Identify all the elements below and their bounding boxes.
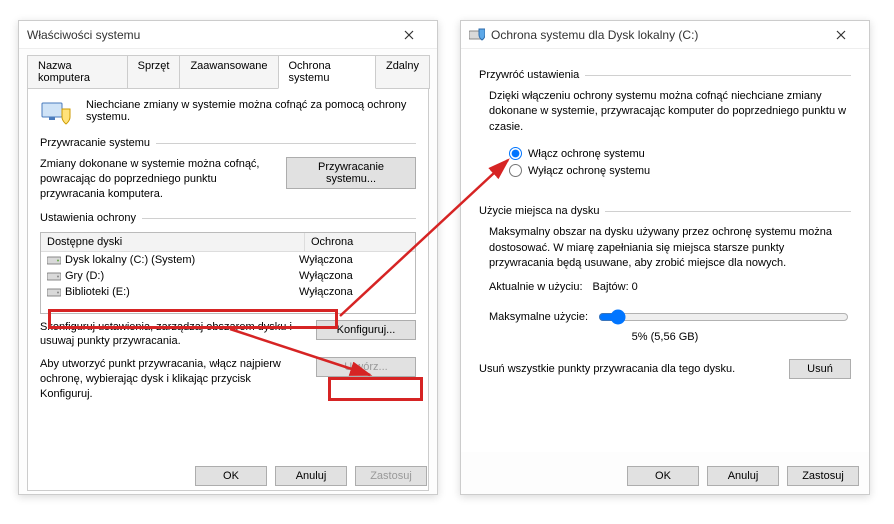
system-restore-button[interactable]: Przywracanie systemu... — [286, 157, 416, 189]
group-settings-label: Ustawienia ochrony — [40, 212, 416, 224]
drives-list[interactable]: Dostępne dyski Ochrona Dysk lokalny (C:)… — [40, 232, 416, 314]
configure-button[interactable]: Konfiguruj... — [316, 320, 416, 340]
restore-text: Zmiany dokonane w systemie można cofnąć,… — [40, 157, 276, 202]
drive-icon — [47, 286, 61, 298]
table-row[interactable]: Biblioteki (E:) Wyłączona — [41, 284, 415, 300]
create-text: Aby utworzyć punkt przywracania, włącz n… — [40, 357, 306, 402]
window-title: Właściwości systemu — [27, 28, 389, 42]
group-restore-settings: Przywróć ustawienia — [479, 69, 851, 81]
delete-description: Usuń wszystkie punkty przywracania dla t… — [479, 363, 777, 375]
max-usage-label: Maksymalne użycie: — [489, 311, 588, 323]
protection-radio-group: Włącz ochronę systemu Wyłącz ochronę sys… — [479, 143, 851, 181]
apply-button[interactable]: Zastosuj — [787, 466, 859, 486]
window-title: Ochrona systemu dla Dysk lokalny (C:) — [491, 28, 821, 42]
tab-bar: Nazwa komputera Sprzęt Zaawansowane Ochr… — [19, 49, 437, 89]
apply-button: Zastosuj — [355, 466, 427, 486]
tab-hardware[interactable]: Sprzęt — [127, 55, 181, 89]
drive-icon — [47, 270, 61, 282]
ok-button[interactable]: OK — [627, 466, 699, 486]
cancel-button[interactable]: Anuluj — [707, 466, 779, 486]
table-row[interactable]: Dysk lokalny (C:) (System) Wyłączona — [41, 252, 415, 268]
content-panel: Przywróć ustawienia Dzięki włączeniu och… — [461, 49, 869, 452]
tab-computer-name[interactable]: Nazwa komputera — [27, 55, 128, 89]
tab-advanced[interactable]: Zaawansowane — [179, 55, 278, 89]
usage-description: Maksymalny obszar na dysku używany przez… — [489, 225, 851, 271]
slider-value: 5% (5,56 GB) — [479, 331, 851, 343]
titlebar[interactable]: Ochrona systemu dla Dysk lokalny (C:) — [461, 21, 869, 49]
restore-description: Dzięki włączeniu ochrony systemu można c… — [489, 89, 851, 135]
info-text: Niechciane zmiany w systemie można cofną… — [86, 99, 416, 127]
col-drives: Dostępne dyski — [41, 233, 305, 251]
create-button: Utwórz... — [316, 357, 416, 377]
system-protection-drive-window: Ochrona systemu dla Dysk lokalny (C:) Pr… — [460, 20, 870, 495]
radio-disable-protection[interactable]: Wyłącz ochronę systemu — [509, 164, 851, 177]
dialog-footer: OK Anuluj Zastosuj — [627, 466, 859, 486]
group-restore-label: Przywracanie systemu — [40, 137, 416, 149]
current-usage-value: Bajtów: 0 — [593, 281, 638, 293]
max-usage-slider[interactable] — [598, 309, 849, 325]
system-properties-window: Właściwości systemu Nazwa komputera Sprz… — [18, 20, 438, 495]
close-button[interactable] — [821, 21, 861, 49]
close-button[interactable] — [389, 21, 429, 49]
table-row[interactable]: Gry (D:) Wyłączona — [41, 268, 415, 284]
group-disk-usage: Użycie miejsca na dysku — [479, 205, 851, 217]
current-usage-row: Aktualnie w użyciu: Bajtów: 0 — [489, 281, 851, 293]
current-usage-label: Aktualnie w użyciu: — [489, 281, 583, 293]
radio-enable-protection[interactable]: Włącz ochronę systemu — [509, 147, 851, 160]
tab-panel: Niechciane zmiany w systemie można cofną… — [27, 88, 429, 491]
shield-monitor-icon — [40, 99, 76, 127]
close-icon — [404, 30, 414, 40]
dialog-footer: OK Anuluj Zastosuj — [195, 466, 427, 486]
delete-button[interactable]: Usuń — [789, 359, 851, 379]
tab-remote[interactable]: Zdalny — [375, 55, 430, 89]
titlebar[interactable]: Właściwości systemu — [19, 21, 437, 49]
radio-disable-input[interactable] — [509, 164, 522, 177]
cancel-button[interactable]: Anuluj — [275, 466, 347, 486]
ok-button[interactable]: OK — [195, 466, 267, 486]
configure-text: Skonfiguruj ustawienia, zarządzaj obszar… — [40, 320, 306, 350]
tab-system-protection[interactable]: Ochrona systemu — [278, 55, 376, 89]
col-protection: Ochrona — [305, 233, 415, 251]
radio-enable-input[interactable] — [509, 147, 522, 160]
drive-icon — [47, 254, 61, 266]
drive-shield-icon — [469, 27, 485, 43]
close-icon — [836, 30, 846, 40]
list-header: Dostępne dyski Ochrona — [41, 233, 415, 252]
